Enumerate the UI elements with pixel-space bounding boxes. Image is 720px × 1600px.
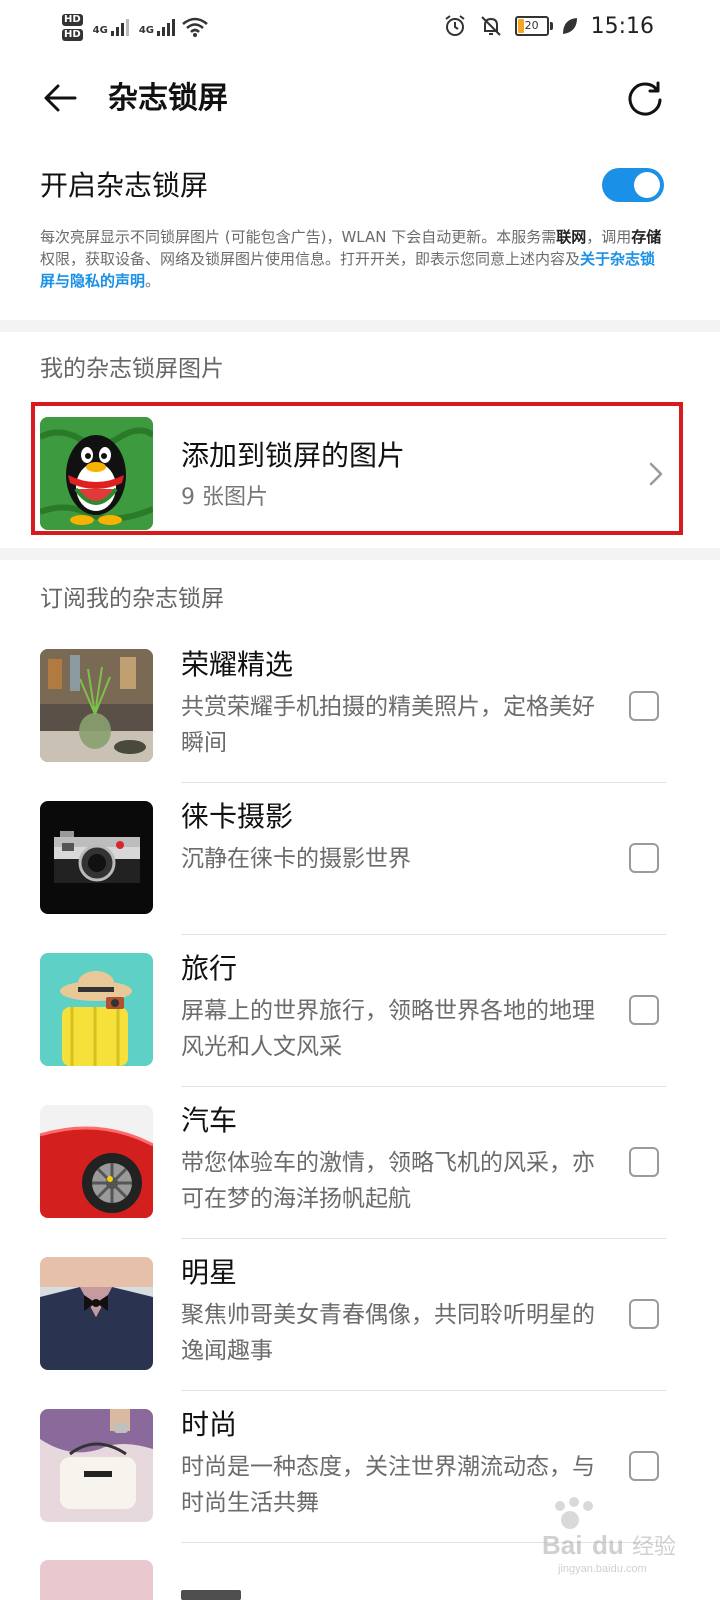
clock: 15:16 bbox=[590, 13, 654, 39]
subscribe-checkbox[interactable] bbox=[629, 843, 659, 873]
subscription-item-honor-selection[interactable]: 荣耀精选 共赏荣耀手机拍摄的精美照片，定格美好瞬间 bbox=[0, 631, 720, 783]
item-title: 徕卡摄影 bbox=[181, 800, 294, 833]
item-description: 带您体验车的激情，领略飞机的风采，亦可在梦的海洋扬帆起航 bbox=[181, 1150, 595, 1212]
item-description: 时尚是一种态度，关注世界潮流动态，与时尚生活共舞 bbox=[181, 1454, 595, 1516]
item-description: 沉静在徕卡的摄影世界 bbox=[181, 846, 411, 872]
section-divider bbox=[0, 320, 720, 332]
item-description: 屏幕上的世界旅行，领略世界各地的地理风光和人文风采 bbox=[181, 998, 595, 1060]
toggle-knob bbox=[634, 172, 660, 198]
item-title: 旅行 bbox=[181, 952, 238, 985]
signal-icon-2: 4G bbox=[139, 18, 176, 36]
status-left: HD HD 4G 4G bbox=[62, 8, 209, 46]
leica-photography-thumbnail bbox=[40, 801, 153, 914]
hd-badge-2: HD bbox=[62, 28, 83, 41]
magazine-lockscreen-toggle[interactable] bbox=[602, 168, 664, 202]
item-title: 明星 bbox=[181, 1256, 238, 1289]
alarm-icon bbox=[444, 15, 465, 36]
page-title: 杂志锁屏 bbox=[108, 81, 228, 116]
travel-thumbnail bbox=[40, 953, 153, 1066]
next-item-thumbnail-partial bbox=[40, 1560, 153, 1600]
subscription-item-travel[interactable]: 旅行 屏幕上的世界旅行，领略世界各地的地理风光和人文风采 bbox=[0, 935, 720, 1087]
honor-selection-thumbnail bbox=[40, 649, 153, 762]
celebrities-thumbnail bbox=[40, 1257, 153, 1370]
subscribe-checkbox[interactable] bbox=[629, 1299, 659, 1329]
item-title: 汽车 bbox=[181, 1104, 238, 1137]
refresh-button[interactable] bbox=[620, 74, 670, 122]
item-description: 共赏荣耀手机拍摄的精美照片，定格美好瞬间 bbox=[181, 694, 595, 756]
leaf-icon bbox=[562, 18, 577, 34]
subscribe-checkbox[interactable] bbox=[629, 1451, 659, 1481]
svg-text:jingyan.baidu.com: jingyan.baidu.com bbox=[557, 1563, 647, 1575]
highlight-annotation-box bbox=[31, 402, 683, 535]
my-pictures-section-title: 我的杂志锁屏图片 bbox=[40, 356, 224, 382]
svg-text:du: du bbox=[592, 1530, 624, 1560]
subscribe-checkbox[interactable] bbox=[629, 691, 659, 721]
cars-thumbnail bbox=[40, 1105, 153, 1218]
fashion-thumbnail bbox=[40, 1409, 153, 1522]
signal-icon-1: 4G bbox=[93, 18, 129, 36]
svg-text:Bai: Bai bbox=[542, 1530, 582, 1560]
subscription-item-leica-photography[interactable]: 徕卡摄影 沉静在徕卡的摄影世界 bbox=[0, 783, 720, 935]
section-divider bbox=[0, 548, 720, 560]
service-description: 每次亮屏显示不同锁屏图片 (可能包含广告)，WLAN 下会自动更新。本服务需联网… bbox=[40, 228, 662, 290]
back-button[interactable] bbox=[36, 76, 84, 120]
subscribe-checkbox[interactable] bbox=[629, 1147, 659, 1177]
subscription-item-celebrities[interactable]: 明星 聚焦帅哥美女青春偶像，共同聆听明星的逸闻趣事 bbox=[0, 1239, 720, 1391]
subscriptions-section-title: 订阅我的杂志锁屏 bbox=[40, 586, 224, 612]
item-description: 聚焦帅哥美女青春偶像，共同聆听明星的逸闻趣事 bbox=[181, 1302, 595, 1364]
item-title: 时尚 bbox=[181, 1408, 238, 1441]
wifi-icon bbox=[182, 17, 208, 37]
baidu-watermark-logo: Bai du 经验 jingyan.baidu.com bbox=[542, 1497, 676, 1575]
status-right: 20 15:16 bbox=[443, 10, 654, 42]
next-item-title-partial bbox=[181, 1574, 241, 1600]
battery-icon: 20 bbox=[514, 16, 553, 36]
subscribe-checkbox[interactable] bbox=[629, 995, 659, 1025]
magazine-lockscreen-toggle-label: 开启杂志锁屏 bbox=[40, 169, 209, 202]
svg-text:经验: 经验 bbox=[632, 1535, 676, 1560]
hd-indicators: HD HD bbox=[62, 13, 83, 41]
item-title: 荣耀精选 bbox=[181, 648, 294, 681]
back-arrow-icon bbox=[44, 84, 77, 112]
status-bar: HD HD 4G 4G 20 15:16 bbox=[0, 0, 720, 52]
mute-bell-icon bbox=[480, 16, 501, 36]
hd-badge-1: HD bbox=[62, 13, 83, 26]
subscription-item-cars[interactable]: 汽车 带您体验车的激情，领略飞机的风采，亦可在梦的海洋扬帆起航 bbox=[0, 1087, 720, 1239]
refresh-icon bbox=[628, 81, 662, 116]
